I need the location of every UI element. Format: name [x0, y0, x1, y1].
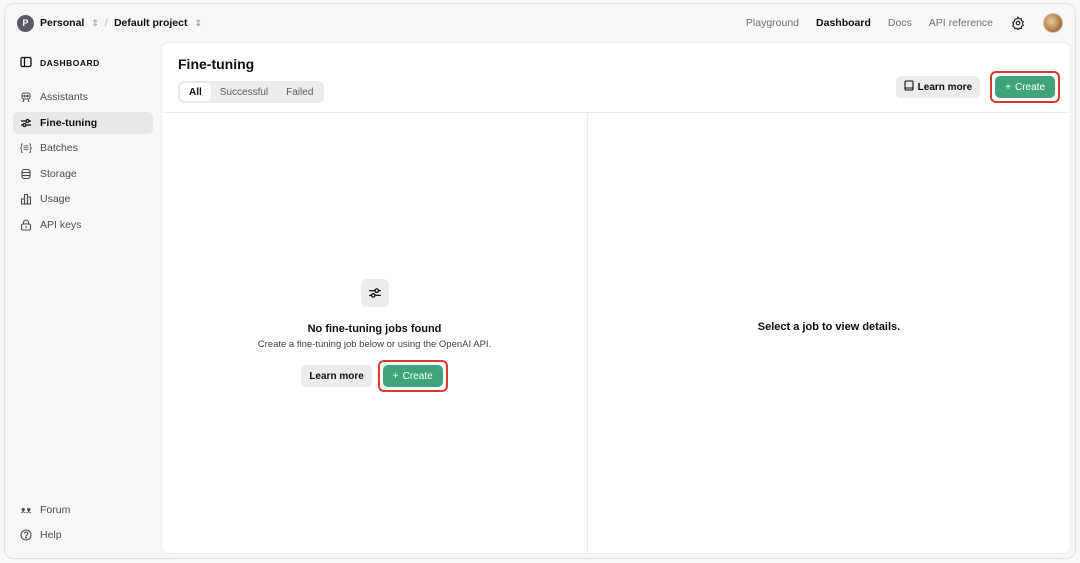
empty-state-actions: Learn more + Create — [301, 360, 448, 392]
main-header: Fine-tuning All Successful Failed Learn … — [162, 43, 1070, 113]
empty-state-title: No fine-tuning jobs found — [307, 323, 442, 335]
sidebar-item-storage[interactable]: Storage — [13, 163, 153, 185]
book-icon — [904, 80, 914, 94]
sidebar-item-assistants[interactable]: Assistants — [13, 86, 153, 108]
chevron-updown-icon: ⇕ — [194, 17, 203, 28]
panel-icon — [20, 56, 32, 70]
job-detail-pane: Select a job to view details. — [588, 113, 1070, 553]
sidebar-item-usage[interactable]: Usage — [13, 188, 153, 210]
sidebar-item-label: Fine-tuning — [40, 116, 98, 129]
user-avatar[interactable] — [1043, 13, 1063, 33]
create-button[interactable]: + Create — [995, 76, 1055, 98]
learn-more-label: Learn more — [917, 81, 973, 93]
sidebar-item-forum[interactable]: ᴥᴥ Forum — [13, 499, 153, 521]
sidebar-item-label: Usage — [40, 193, 71, 206]
sidebar-item-fine-tuning[interactable]: Fine-tuning — [13, 111, 153, 134]
nav-api-reference[interactable]: API reference — [929, 17, 993, 29]
sidebar: DASHBOARD Assistants Fine-tuning {≡} Bat… — [5, 42, 161, 558]
filter-tabs: All Successful Failed — [178, 81, 325, 103]
empty-learn-more-button[interactable]: Learn more — [301, 365, 372, 387]
tab-all[interactable]: All — [180, 83, 211, 101]
sliders-icon — [360, 279, 389, 307]
header-actions: Learn more + Create — [895, 71, 1060, 103]
empty-create-highlight: + Create — [377, 360, 448, 392]
jobs-list-pane: No fine-tuning jobs found Create a fine-… — [162, 113, 588, 553]
robot-icon — [20, 91, 32, 103]
breadcrumb-separator: / — [104, 17, 108, 29]
plus-icon: + — [1005, 81, 1011, 93]
sidebar-heading-label: DASHBOARD — [40, 58, 100, 68]
sidebar-item-label: API keys — [40, 218, 82, 231]
project-name: Default project — [113, 17, 188, 29]
braces-icon: {≡} — [19, 142, 33, 154]
top-bar: P Personal ⇕ / Default project ⇕ Playgro… — [5, 4, 1075, 42]
empty-create-button[interactable]: + Create — [382, 365, 443, 387]
main-panel: Fine-tuning All Successful Failed Learn … — [161, 42, 1071, 554]
top-nav: Playground Dashboard Docs API reference — [746, 13, 1063, 33]
detail-placeholder: Select a job to view details. — [757, 321, 901, 333]
org-avatar: P — [17, 14, 34, 32]
bar-chart-icon — [20, 193, 32, 205]
question-icon — [20, 529, 32, 541]
page-title: Fine-tuning — [178, 56, 255, 72]
plus-icon: + — [392, 370, 399, 382]
sidebar-heading: DASHBOARD — [13, 52, 153, 74]
sidebar-item-api-keys[interactable]: API keys — [13, 214, 153, 236]
people-icon: ᴥᴥ — [20, 504, 32, 515]
empty-create-label: Create — [402, 370, 433, 382]
empty-state: No fine-tuning jobs found Create a fine-… — [162, 279, 587, 392]
app-window: P Personal ⇕ / Default project ⇕ Playgro… — [4, 3, 1076, 559]
empty-state-subtitle: Create a fine-tuning job below or using … — [257, 339, 492, 350]
sidebar-items: Assistants Fine-tuning {≡} Batches Stora… — [13, 86, 153, 236]
create-label: Create — [1014, 81, 1045, 93]
content-panes: No fine-tuning jobs found Create a fine-… — [162, 113, 1070, 553]
sidebar-item-label: Assistants — [40, 91, 88, 103]
org-name: Personal — [40, 17, 85, 29]
sidebar-bottom: ᴥᴥ Forum Help — [13, 499, 153, 550]
nav-playground[interactable]: Playground — [746, 17, 799, 29]
learn-more-button[interactable]: Learn more — [895, 76, 981, 98]
tab-successful[interactable]: Successful — [211, 83, 277, 101]
project-switcher[interactable]: Default project ⇕ — [114, 17, 202, 29]
gear-icon[interactable] — [1010, 15, 1026, 31]
sidebar-item-label: Help — [40, 529, 62, 542]
sidebar-item-label: Storage — [40, 167, 77, 180]
sidebar-item-label: Batches — [40, 142, 78, 155]
chevron-updown-icon: ⇕ — [91, 17, 99, 28]
org-switcher[interactable]: P Personal ⇕ — [17, 14, 99, 32]
sidebar-item-label: Forum — [40, 503, 71, 516]
sidebar-item-help[interactable]: Help — [13, 524, 153, 546]
tab-failed[interactable]: Failed — [277, 83, 322, 101]
nav-docs[interactable]: Docs — [888, 17, 912, 29]
lock-icon — [20, 219, 32, 231]
sliders-icon — [20, 117, 32, 129]
sidebar-item-batches[interactable]: {≡} Batches — [13, 137, 153, 159]
nav-dashboard[interactable]: Dashboard — [816, 17, 871, 29]
create-highlight: + Create — [990, 71, 1060, 103]
database-icon — [20, 168, 32, 180]
